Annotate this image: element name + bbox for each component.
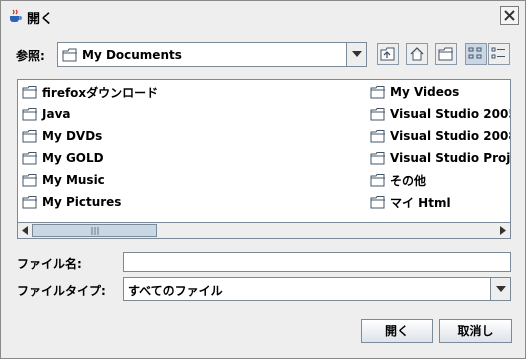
- arrow-right-icon: [500, 226, 506, 235]
- folder-icon: [62, 48, 77, 62]
- file-name: その他: [390, 173, 427, 188]
- list-item[interactable]: マイ Html: [370, 193, 510, 211]
- folder-icon: [370, 151, 385, 164]
- file-name: firefoxダウンロード: [42, 85, 159, 100]
- file-list[interactable]: firefoxダウンロード Java My DVDs My GOLD My Mu…: [17, 79, 511, 223]
- folder-icon: [370, 195, 385, 208]
- horizontal-scrollbar[interactable]: [17, 223, 511, 239]
- scroll-right-button[interactable]: [496, 223, 510, 238]
- folder-icon: [370, 129, 385, 142]
- folder-icon: [370, 107, 385, 120]
- home-button[interactable]: [406, 43, 428, 65]
- filetype-label: ファイルタイプ:: [17, 284, 106, 298]
- list-item[interactable]: My Music: [22, 171, 105, 189]
- folder-icon: [22, 195, 37, 208]
- cancel-button-label: 取消し: [457, 324, 494, 338]
- folder-icon: [370, 173, 385, 186]
- list-item[interactable]: Visual Studio 2005: [370, 105, 510, 123]
- look-in-value: My Documents: [82, 48, 182, 62]
- scroll-thumb[interactable]: [32, 224, 157, 237]
- folder-icon: [22, 107, 37, 120]
- chevron-down-icon: [496, 286, 506, 292]
- details-view-icon: [491, 47, 505, 59]
- list-item[interactable]: My Videos: [370, 83, 510, 101]
- list-item[interactable]: Visual Studio 2008: [370, 127, 510, 145]
- title-bar[interactable]: 開く: [1, 1, 525, 31]
- filename-label: ファイル名:: [17, 257, 82, 271]
- close-icon: [504, 10, 515, 21]
- file-name: My DVDs: [42, 129, 103, 143]
- list-item[interactable]: My GOLD: [22, 149, 104, 167]
- list-item[interactable]: Java: [22, 105, 70, 123]
- details-view-button[interactable]: [488, 43, 510, 65]
- file-name: My Music: [42, 173, 105, 187]
- list-item[interactable]: My Pictures: [22, 193, 121, 211]
- create-new-folder-button[interactable]: [435, 43, 457, 65]
- up-folder-icon: [380, 47, 395, 61]
- file-open-dialog: 開く 参照: My Documents firefoxダウンロード Java M…: [0, 0, 526, 359]
- folder-icon: [22, 129, 37, 142]
- folder-icon: [22, 151, 37, 164]
- up-one-level-button[interactable]: [377, 43, 399, 65]
- file-name: My Pictures: [42, 195, 122, 209]
- filetype-combo[interactable]: すべてのファイル: [123, 277, 511, 301]
- chevron-down-icon: [352, 51, 362, 57]
- folder-icon: [22, 173, 37, 186]
- file-name: Visual Studio 2008: [390, 129, 510, 143]
- list-view-icon: [468, 47, 482, 59]
- file-name: Visual Studio 2005: [390, 107, 510, 121]
- file-name: My Videos: [390, 85, 460, 99]
- java-cup-icon: [7, 8, 23, 24]
- list-item[interactable]: firefoxダウンロード: [22, 83, 158, 101]
- new-folder-icon: [438, 47, 453, 61]
- file-name: Visual Studio Projects: [390, 151, 510, 165]
- cancel-button[interactable]: 取消し: [439, 319, 512, 343]
- grip-icon: [91, 227, 99, 235]
- file-name: Java: [42, 107, 71, 121]
- file-name: My GOLD: [42, 151, 104, 165]
- open-button[interactable]: 開く: [361, 319, 433, 343]
- look-in-combo[interactable]: My Documents: [57, 42, 367, 67]
- list-item[interactable]: その他: [370, 171, 510, 189]
- look-in-dropdown-button[interactable]: [346, 43, 366, 66]
- list-view-button[interactable]: [465, 43, 487, 65]
- folder-icon: [22, 85, 37, 98]
- home-icon: [410, 47, 424, 61]
- filename-input[interactable]: [123, 252, 511, 272]
- list-item[interactable]: Visual Studio Projects: [370, 149, 510, 167]
- arrow-left-icon: [22, 226, 28, 235]
- list-item[interactable]: My DVDs: [22, 127, 102, 145]
- window-title: 開く: [27, 12, 54, 27]
- file-name: マイ Html: [390, 195, 451, 210]
- close-button[interactable]: [500, 6, 519, 25]
- open-button-label: 開く: [384, 324, 409, 338]
- folder-icon: [370, 85, 385, 98]
- scroll-left-button[interactable]: [18, 223, 32, 238]
- look-in-label: 参照:: [16, 49, 45, 63]
- filetype-dropdown-button[interactable]: [490, 278, 510, 300]
- filetype-value: すべてのファイル: [128, 284, 223, 298]
